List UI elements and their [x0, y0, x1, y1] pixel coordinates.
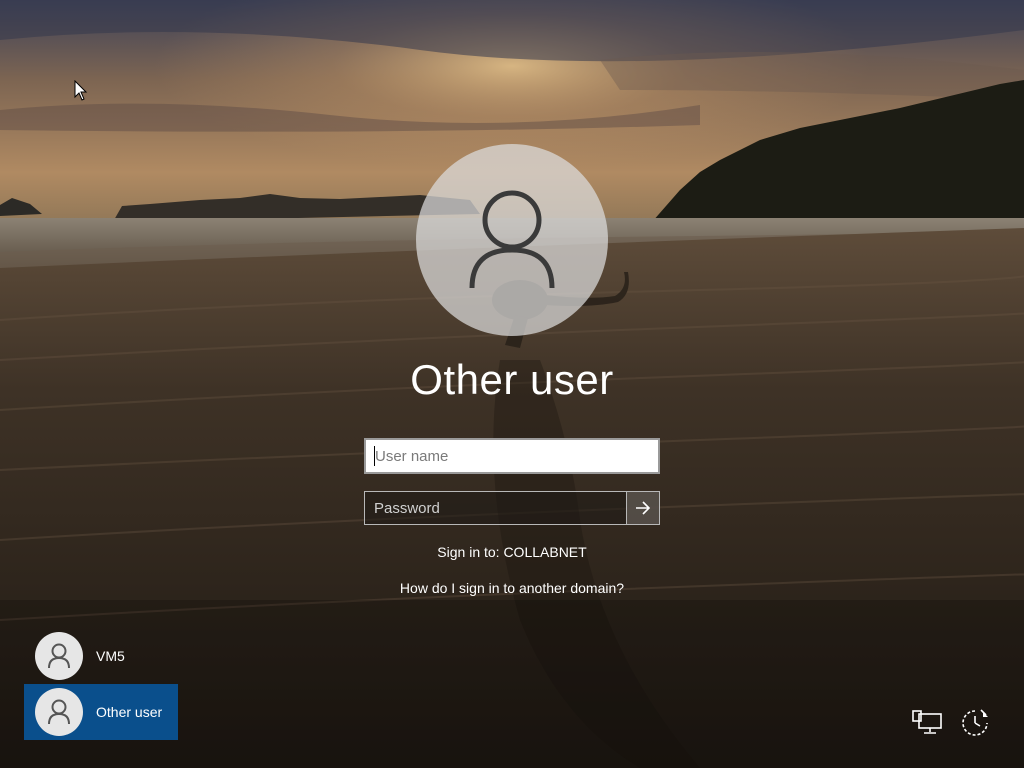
- user-tile-other-user[interactable]: Other user: [24, 684, 178, 740]
- user-avatar-small: [35, 688, 83, 736]
- user-tile-label: VM5: [96, 648, 125, 664]
- lock-screen: Other user Sign in to: COLLABNET How do …: [0, 0, 1024, 768]
- arrow-right-icon: [636, 501, 651, 515]
- user-silhouette-icon: [48, 699, 70, 725]
- user-silhouette-icon: [469, 190, 555, 289]
- network-button[interactable]: [911, 706, 945, 740]
- text-caret: [374, 446, 375, 466]
- submit-button[interactable]: [626, 492, 659, 524]
- other-domain-link[interactable]: How do I sign in to another domain?: [312, 580, 712, 596]
- ease-of-access-button[interactable]: [958, 706, 992, 740]
- user-avatar-small: [35, 632, 83, 680]
- password-field-container: [364, 491, 660, 525]
- sign-in-domain-text: Sign in to: COLLABNET: [437, 544, 587, 560]
- user-silhouette-icon: [48, 643, 70, 669]
- username-input[interactable]: [364, 438, 660, 474]
- ease-of-access-icon: [962, 709, 988, 736]
- user-avatar-large: [416, 144, 608, 336]
- network-icon: [912, 710, 942, 734]
- password-input[interactable]: [365, 492, 627, 524]
- mouse-cursor-icon: [74, 80, 88, 101]
- user-tile-vm5[interactable]: VM5: [24, 628, 178, 684]
- user-tile-label: Other user: [96, 704, 163, 720]
- selected-user-name: Other user: [410, 356, 614, 403]
